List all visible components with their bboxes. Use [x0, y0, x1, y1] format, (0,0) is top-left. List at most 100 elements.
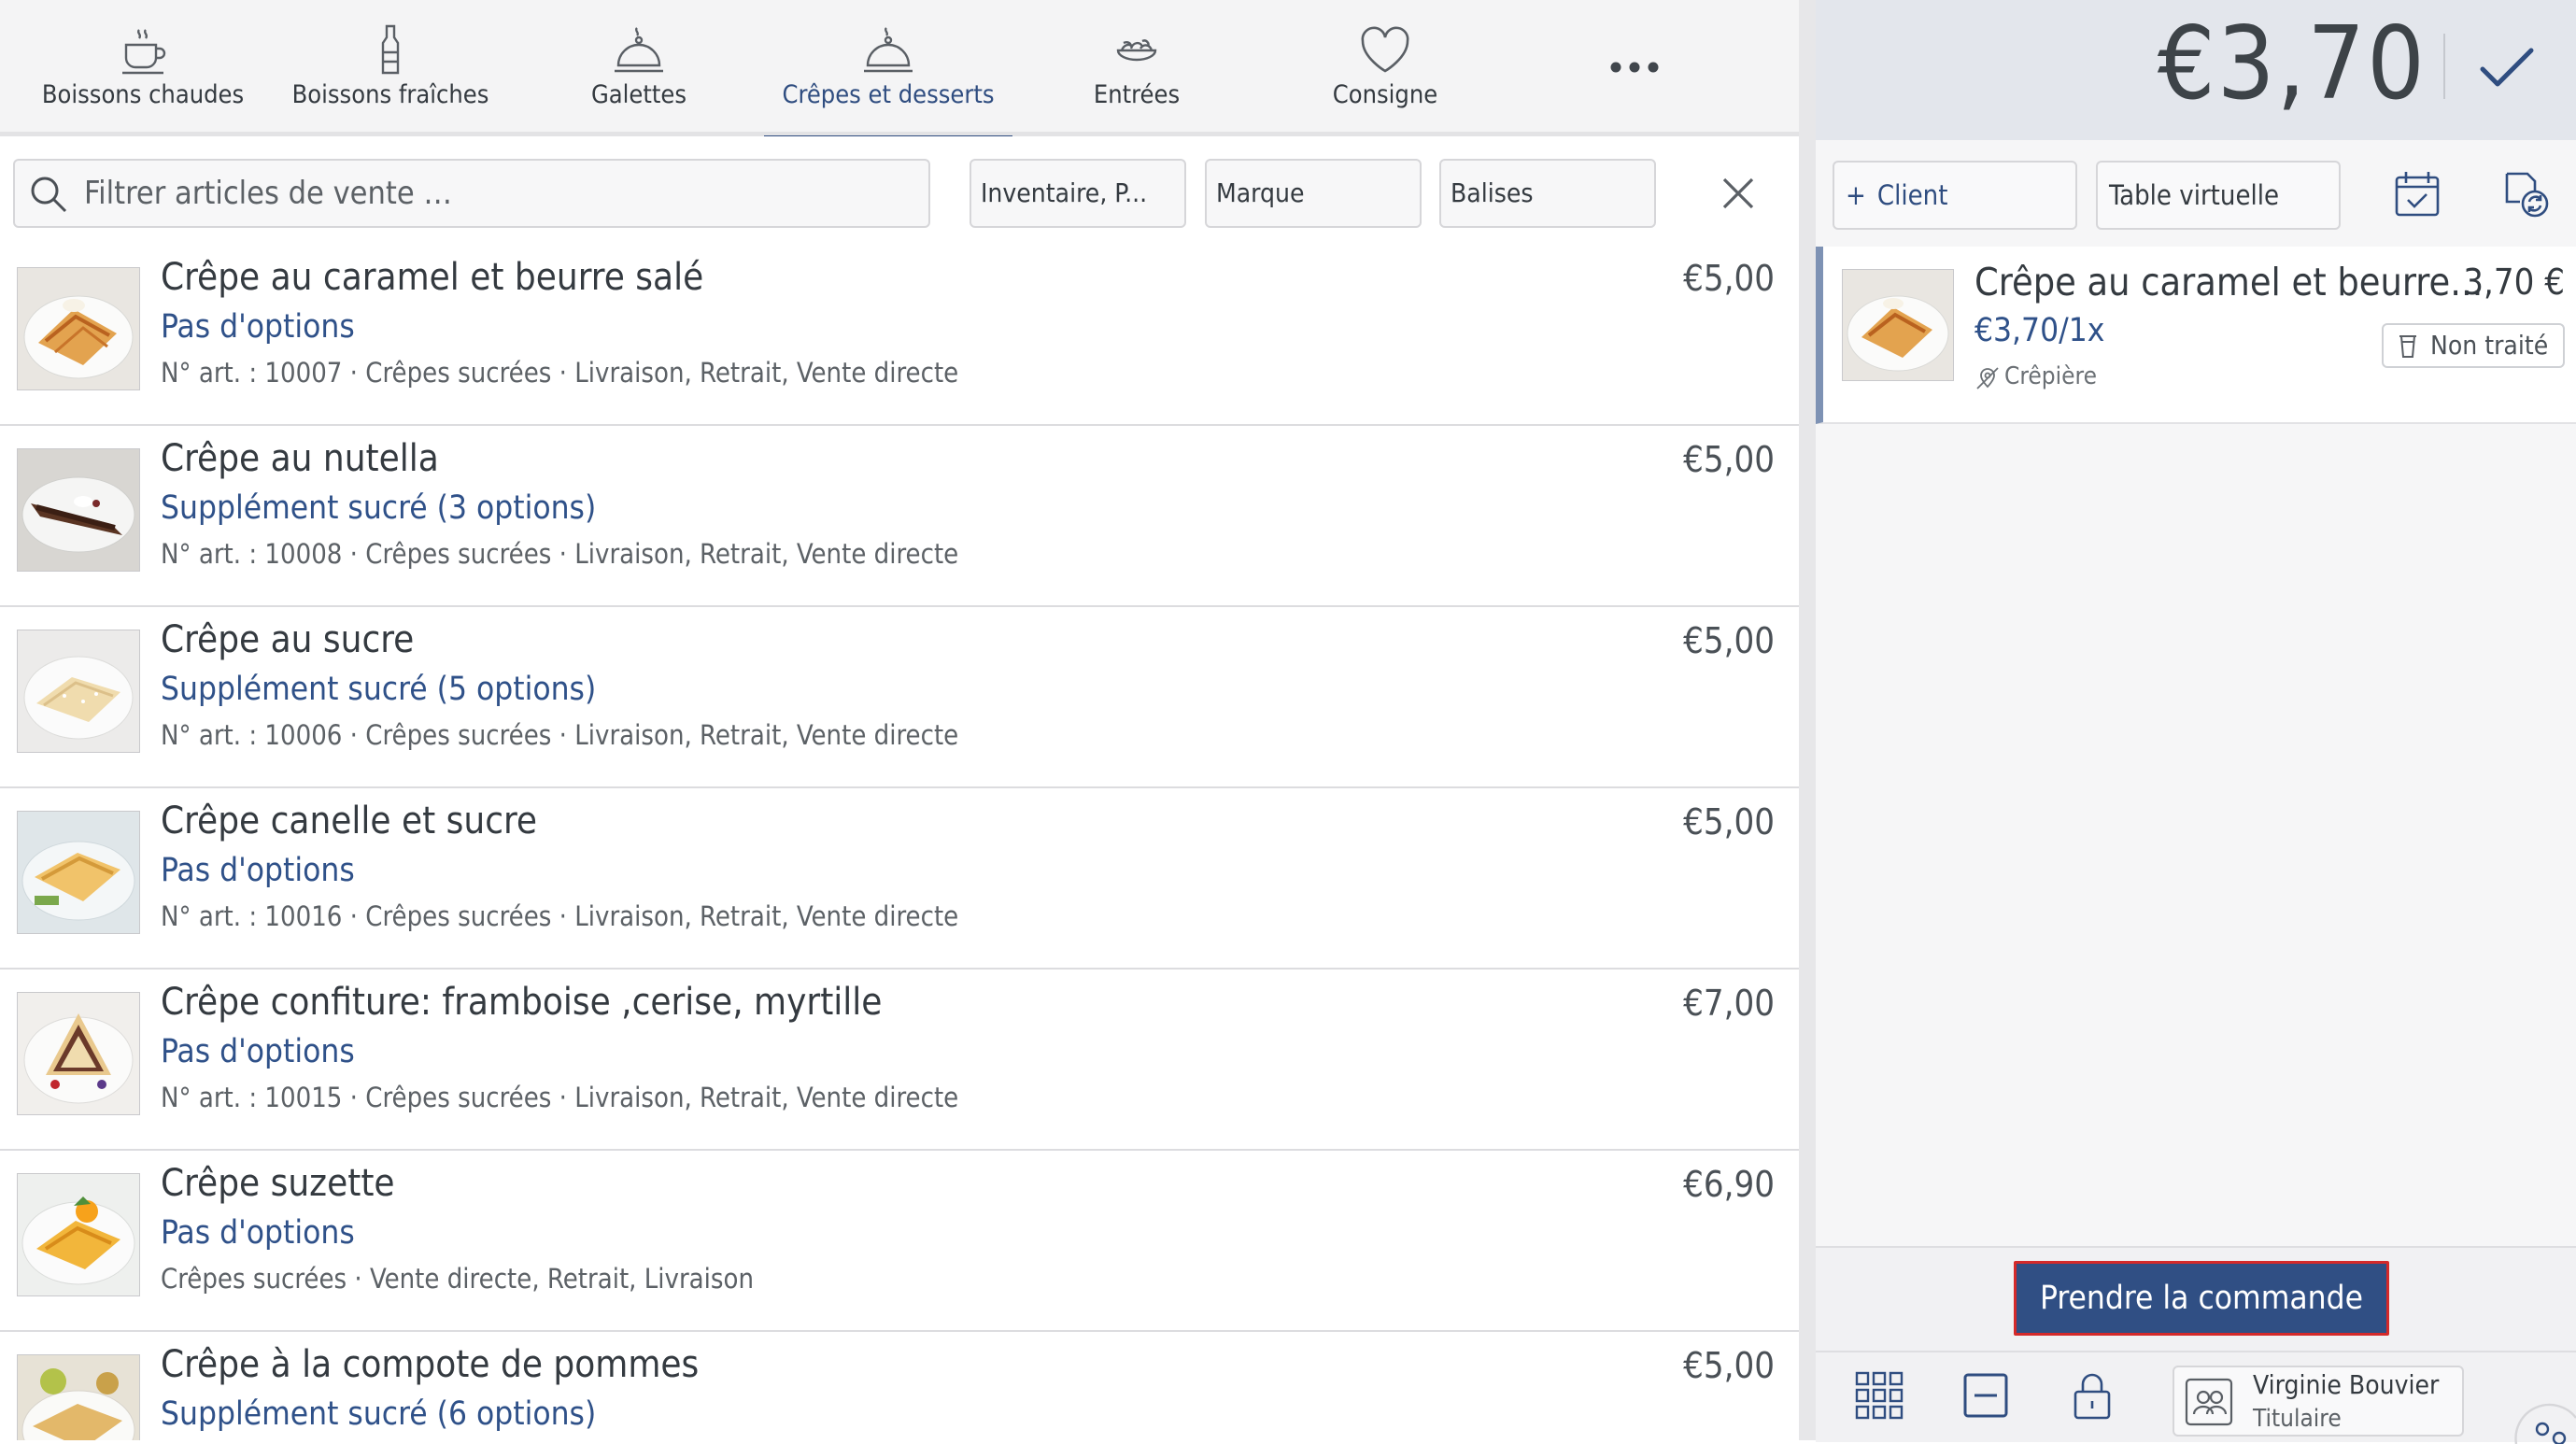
product-thumbnail — [17, 992, 140, 1115]
product-meta: N° art. : 10015 · Crêpes sucrées · Livra… — [161, 1082, 959, 1113]
category-label: Consigne — [1332, 80, 1438, 109]
category-label: Boissons chaudes — [41, 80, 245, 109]
category-tab-boissons-fraiches[interactable]: Boissons fraîches — [266, 0, 515, 136]
user-role: Titulaire — [2253, 1405, 2342, 1433]
product-options: Supplément sucré (6 options) — [161, 1395, 597, 1433]
heart-icon — [1361, 26, 1409, 73]
product-options: Pas d'options — [161, 852, 355, 889]
search-icon — [31, 177, 67, 213]
product-row[interactable]: Crêpe au sucre Supplément sucré (5 optio… — [0, 607, 1799, 788]
order-line-station: Crêpière — [1974, 362, 2097, 390]
checkmark-icon[interactable] — [2470, 35, 2544, 101]
plus-icon: + — [1846, 179, 1866, 211]
product-name: Crêpe au nutella — [161, 437, 439, 480]
product-row[interactable]: Crêpe à la compote de pommes Supplément … — [0, 1332, 1799, 1440]
product-list: Crêpe au caramel et beurre salé Pas d'op… — [0, 245, 1799, 1440]
category-tab-boissons-chaudes[interactable]: Boissons chaudes — [19, 0, 267, 136]
order-toolbar: + Client Table virtuelle — [1816, 140, 2576, 248]
product-row[interactable]: Crêpe au nutella Supplément sucré (3 opt… — [0, 426, 1799, 607]
separator — [2443, 34, 2445, 99]
product-price: €5,00 — [1683, 1345, 1775, 1386]
add-client-button[interactable]: + Client — [1833, 161, 2077, 230]
order-line-thumbnail — [1842, 269, 1954, 381]
product-thumbnail — [17, 1173, 140, 1296]
product-row[interactable]: Crêpe suzette Pas d'options Crêpes sucré… — [0, 1151, 1799, 1332]
coffee-cup-icon — [122, 29, 166, 75]
user-name: Virginie Bouvier — [2253, 1369, 2440, 1400]
cloche-icon — [864, 27, 913, 73]
search-field[interactable] — [13, 159, 930, 228]
location-pin-icon — [1976, 366, 1999, 389]
grid-icon[interactable] — [1853, 1369, 1905, 1422]
product-name: Crêpe au caramel et beurre salé — [161, 256, 704, 299]
order-pane: €3,70 + Client Table virtuelle Crêpe au … — [1816, 0, 2576, 1444]
takeaway-cup-icon — [2399, 335, 2416, 358]
tags-filter-button[interactable]: Balises — [1439, 159, 1656, 228]
category-tab-crepes-et-desserts[interactable]: Crêpes et desserts — [764, 0, 1012, 141]
category-bar: Boissons chaudes Boissons fraîches Galet… — [0, 0, 1799, 141]
category-label: Boissons fraîches — [291, 80, 489, 109]
product-options: Supplément sucré (3 options) — [161, 489, 597, 527]
product-name: Crêpe à la compote de pommes — [161, 1343, 700, 1386]
category-tab-entrees[interactable]: Entrées — [1012, 0, 1261, 136]
product-meta: Crêpes sucrées · Vente directe, Retrait,… — [161, 1263, 754, 1295]
salad-icon — [1116, 39, 1157, 62]
category-label: Galettes — [590, 80, 687, 109]
product-meta: N° art. : 10007 · Crêpes sucrées · Livra… — [161, 357, 959, 389]
product-options: Supplément sucré (5 options) — [161, 671, 597, 708]
document-sync-icon[interactable] — [2499, 168, 2552, 220]
product-thumbnail — [17, 811, 140, 934]
product-price: €5,00 — [1683, 439, 1775, 480]
product-thumbnail — [17, 630, 140, 753]
product-pane: Boissons chaudes Boissons fraîches Galet… — [0, 0, 1799, 1440]
lock-icon[interactable] — [2066, 1369, 2118, 1422]
category-tab-consigne[interactable]: Consigne — [1261, 0, 1509, 136]
calendar-check-icon[interactable] — [2391, 168, 2443, 220]
users-icon — [2185, 1378, 2233, 1426]
pane-divider[interactable] — [1799, 0, 1816, 1440]
product-thumbnail — [17, 1354, 140, 1440]
product-options: Pas d'options — [161, 1214, 355, 1252]
station-label: Crêpière — [2004, 362, 2097, 390]
product-row[interactable]: Crêpe canelle et sucre Pas d'options N° … — [0, 788, 1799, 970]
minimize-icon[interactable] — [1960, 1369, 2012, 1422]
product-meta: N° art. : 10006 · Crêpes sucrées · Livra… — [161, 719, 959, 751]
product-name: Crêpe confiture: framboise ,cerise, myrt… — [161, 981, 883, 1024]
product-meta: N° art. : 10008 · Crêpes sucrées · Livra… — [161, 538, 959, 570]
product-price: €7,00 — [1683, 983, 1775, 1024]
status-badge[interactable]: Non traité — [2382, 323, 2565, 368]
bottom-toolbar: Virginie Bouvier Titulaire — [1816, 1351, 2576, 1444]
order-footer: Prendre la commande Virginie Bouvier Tit… — [1816, 1246, 2576, 1444]
client-button-label: Client — [1876, 179, 1948, 211]
inventory-filter-button[interactable]: Inventaire, P... — [970, 159, 1186, 228]
brand-filter-button[interactable]: Marque — [1205, 159, 1422, 228]
order-total: €3,70 — [2157, 6, 2427, 122]
virtual-table-button[interactable]: Table virtuelle — [2096, 161, 2341, 230]
product-options: Pas d'options — [161, 308, 355, 346]
product-name: Crêpe canelle et sucre — [161, 800, 538, 842]
product-price: €6,90 — [1683, 1164, 1775, 1205]
category-label: Crêpes et desserts — [782, 80, 995, 109]
settings-icon[interactable] — [2507, 1403, 2576, 1444]
product-options: Pas d'options — [161, 1033, 355, 1070]
product-meta: N° art. : 10016 · Crêpes sucrées · Livra… — [161, 900, 959, 932]
product-price: €5,00 — [1683, 620, 1775, 661]
category-tab-galettes[interactable]: Galettes — [515, 0, 763, 136]
product-name: Crêpe au sucre — [161, 618, 415, 661]
order-line-item[interactable]: Crêpe au caramel et beurre... 3,70 € €3,… — [1816, 247, 2576, 424]
search-input[interactable] — [84, 166, 906, 220]
product-price: €5,00 — [1683, 801, 1775, 842]
close-icon[interactable] — [1715, 170, 1762, 217]
product-row[interactable]: Crêpe confiture: framboise ,cerise, myrt… — [0, 970, 1799, 1151]
more-icon[interactable] — [1588, 37, 1681, 97]
take-order-button[interactable]: Prendre la commande — [2014, 1261, 2389, 1336]
order-line-unit-price: €3,70/1x — [1974, 312, 2105, 349]
product-name: Crêpe suzette — [161, 1162, 395, 1205]
product-thumbnail — [17, 448, 140, 572]
status-label: Non traité — [2430, 330, 2549, 361]
order-line-name: Crêpe au caramel et beurre... — [1974, 260, 2484, 304]
dish-icon — [615, 27, 663, 73]
user-button[interactable]: Virginie Bouvier Titulaire — [2173, 1366, 2464, 1437]
product-row[interactable]: Crêpe au caramel et beurre salé Pas d'op… — [0, 245, 1799, 426]
product-price: €5,00 — [1683, 258, 1775, 299]
